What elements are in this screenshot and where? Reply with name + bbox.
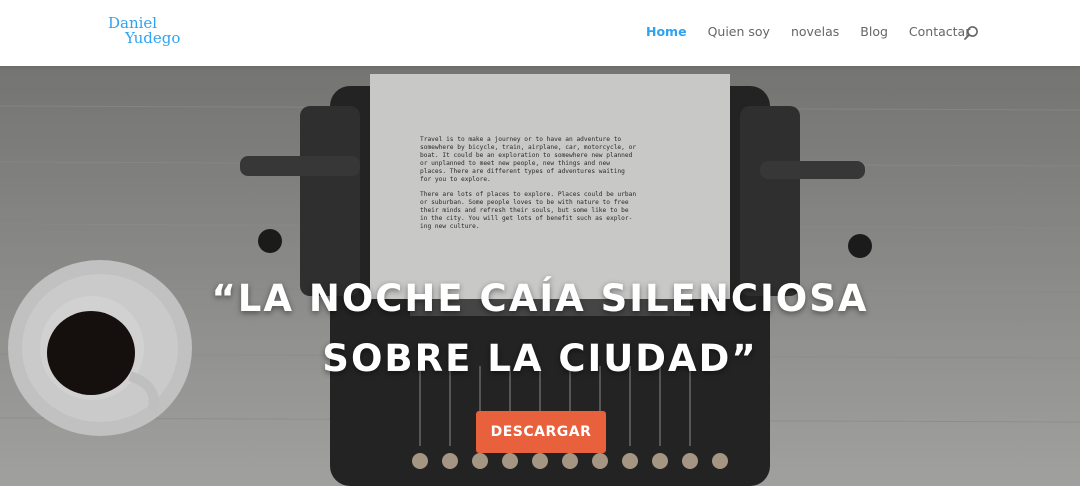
nav-novelas[interactable]: novelas [791,24,839,39]
nav-quien-soy[interactable]: Quien soy [708,24,770,39]
hero-quote-line-1: “LA NOCHE CAÍA SILENCIOSA [211,276,869,320]
main-nav: Home Quien soy novelas Blog Contactar [646,24,991,39]
hero-quote-line-2: SOBRE LA CIUDAD” [322,336,758,380]
hero-quote: “LA NOCHE CAÍA SILENCIOSA SOBRE LA CIUDA… [0,269,1080,389]
nav-contactar[interactable]: Contactar [909,24,970,39]
nav-home[interactable]: Home [646,24,687,39]
nav-blog[interactable]: Blog [860,24,888,39]
logo-line-2: Yudego [125,29,181,47]
download-button[interactable]: DESCARGAR [476,411,606,453]
search-icon[interactable] [963,25,979,41]
site-header: Daniel Yudego Home Quien soy novelas Blo… [0,0,1080,66]
hero-section: Travel is to make a journey or to have a… [0,66,1080,486]
site-logo[interactable]: Daniel Yudego [108,16,180,46]
